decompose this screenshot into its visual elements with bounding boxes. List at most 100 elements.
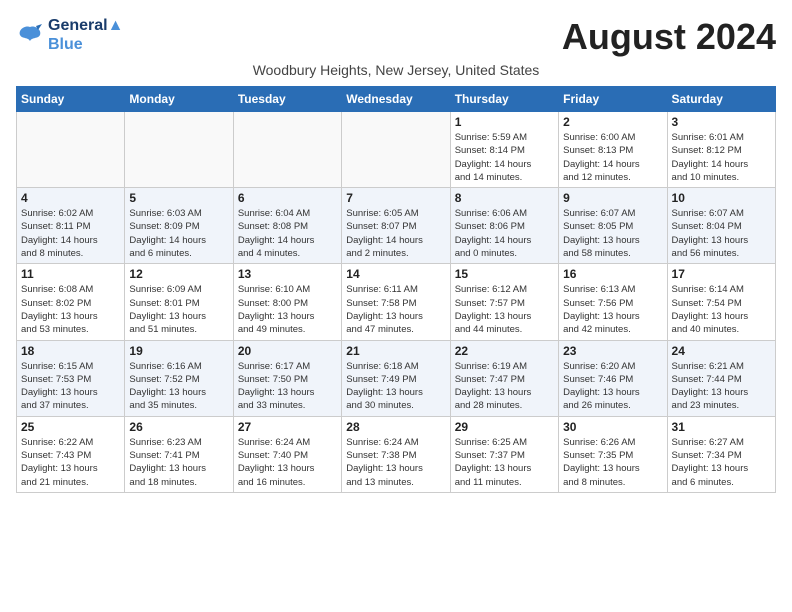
day-info: Sunrise: 6:26 AMSunset: 7:35 PMDaylight:…: [563, 436, 662, 489]
day-info: Sunrise: 6:02 AMSunset: 8:11 PMDaylight:…: [21, 207, 120, 260]
day-number: 2: [563, 115, 662, 129]
day-number: 19: [129, 344, 228, 358]
day-info: Sunrise: 6:20 AMSunset: 7:46 PMDaylight:…: [563, 360, 662, 413]
weekday-header: Wednesday: [342, 87, 450, 112]
calendar-day-cell: 17Sunrise: 6:14 AMSunset: 7:54 PMDayligh…: [667, 264, 775, 340]
day-number: 20: [238, 344, 337, 358]
calendar-header-row: SundayMondayTuesdayWednesdayThursdayFrid…: [17, 87, 776, 112]
calendar-day-cell: 10Sunrise: 6:07 AMSunset: 8:04 PMDayligh…: [667, 188, 775, 264]
day-info: Sunrise: 6:21 AMSunset: 7:44 PMDaylight:…: [672, 360, 771, 413]
calendar-day-cell: 12 Sunrise: 6:09 AMSunset: 8:01 PMDayligh…: [125, 264, 233, 340]
calendar-day-cell: 29 Sunrise: 6:25 AMSunset: 7:37 PMDayligh…: [450, 416, 558, 492]
weekday-header: Sunday: [17, 87, 125, 112]
calendar-day-cell: 13 Sunrise: 6:10 AMSunset: 8:00 PMDayligh…: [233, 264, 341, 340]
weekday-header: Tuesday: [233, 87, 341, 112]
day-info: Sunrise: 6:03 AMSunset: 8:09 PMDaylight:…: [129, 207, 228, 260]
day-number: 14: [346, 267, 445, 281]
day-info: Sunrise: 6:05 AMSunset: 8:07 PMDaylight:…: [346, 207, 445, 260]
day-info: Sunrise: 6:12 AMSunset: 7:57 PMDaylight:…: [455, 283, 554, 336]
page-header: General▲ Blue August 2024: [16, 16, 776, 58]
calendar-day-cell: 2Sunrise: 6:00 AMSunset: 8:13 PMDaylight…: [559, 112, 667, 188]
calendar-day-cell: 26 Sunrise: 6:23 AMSunset: 7:41 PMDayligh…: [125, 416, 233, 492]
calendar-day-cell: 4 Sunrise: 6:02 AMSunset: 8:11 PMDaylight…: [17, 188, 125, 264]
day-info: Sunrise: 6:01 AMSunset: 8:12 PMDaylight:…: [672, 131, 771, 184]
day-number: 26: [129, 420, 228, 434]
calendar-day-cell: 25 Sunrise: 6:22 AMSunset: 7:43 PMDayligh…: [17, 416, 125, 492]
calendar-day-cell: 11 Sunrise: 6:08 AMSunset: 8:02 PMDayligh…: [17, 264, 125, 340]
calendar-day-cell: 30 Sunrise: 6:26 AMSunset: 7:35 PMDayligh…: [559, 416, 667, 492]
day-number: 11: [21, 267, 120, 281]
day-info: Sunrise: 6:04 AMSunset: 8:08 PMDaylight:…: [238, 207, 337, 260]
day-info: Sunrise: 6:24 AMSunset: 7:38 PMDaylight:…: [346, 436, 445, 489]
day-info: Sunrise: 6:15 AMSunset: 7:53 PMDaylight:…: [21, 360, 120, 413]
day-info: Sunrise: 6:23 AMSunset: 7:41 PMDaylight:…: [129, 436, 228, 489]
day-info: Sunrise: 6:27 AMSunset: 7:34 PMDaylight:…: [672, 436, 771, 489]
day-number: 4: [21, 191, 120, 205]
calendar-day-cell: 27 Sunrise: 6:24 AMSunset: 7:40 PMDayligh…: [233, 416, 341, 492]
calendar-day-cell: 20 Sunrise: 6:17 AMSunset: 7:50 PMDayligh…: [233, 340, 341, 416]
logo-bird-icon: [16, 23, 44, 47]
day-number: 27: [238, 420, 337, 434]
day-info: Sunrise: 6:24 AMSunset: 7:40 PMDaylight:…: [238, 436, 337, 489]
calendar-day-cell: 14Sunrise: 6:11 AMSunset: 7:58 PMDayligh…: [342, 264, 450, 340]
day-number: 9: [563, 191, 662, 205]
calendar-week-row: 25 Sunrise: 6:22 AMSunset: 7:43 PMDayligh…: [17, 416, 776, 492]
weekday-header: Friday: [559, 87, 667, 112]
calendar-day-cell: 15 Sunrise: 6:12 AMSunset: 7:57 PMDayligh…: [450, 264, 558, 340]
calendar-day-cell: [342, 112, 450, 188]
calendar-day-cell: 19 Sunrise: 6:16 AMSunset: 7:52 PMDayligh…: [125, 340, 233, 416]
day-info: Sunrise: 6:08 AMSunset: 8:02 PMDaylight:…: [21, 283, 120, 336]
day-info: Sunrise: 6:22 AMSunset: 7:43 PMDaylight:…: [21, 436, 120, 489]
calendar-day-cell: 3Sunrise: 6:01 AMSunset: 8:12 PMDaylight…: [667, 112, 775, 188]
calendar-day-cell: 8 Sunrise: 6:06 AMSunset: 8:06 PMDaylight…: [450, 188, 558, 264]
calendar-week-row: 1Sunrise: 5:59 AMSunset: 8:14 PMDaylight…: [17, 112, 776, 188]
calendar-week-row: 11 Sunrise: 6:08 AMSunset: 8:02 PMDayligh…: [17, 264, 776, 340]
day-number: 31: [672, 420, 771, 434]
calendar-day-cell: 7 Sunrise: 6:05 AMSunset: 8:07 PMDaylight…: [342, 188, 450, 264]
calendar-day-cell: [125, 112, 233, 188]
day-info: Sunrise: 6:17 AMSunset: 7:50 PMDaylight:…: [238, 360, 337, 413]
logo-text: General▲ Blue: [48, 16, 123, 54]
day-number: 6: [238, 191, 337, 205]
day-number: 29: [455, 420, 554, 434]
calendar-day-cell: 6 Sunrise: 6:04 AMSunset: 8:08 PMDaylight…: [233, 188, 341, 264]
subtitle: Woodbury Heights, New Jersey, United Sta…: [16, 62, 776, 78]
day-number: 30: [563, 420, 662, 434]
day-number: 12: [129, 267, 228, 281]
calendar-day-cell: 1Sunrise: 5:59 AMSunset: 8:14 PMDaylight…: [450, 112, 558, 188]
weekday-header: Saturday: [667, 87, 775, 112]
day-number: 28: [346, 420, 445, 434]
day-number: 13: [238, 267, 337, 281]
day-info: Sunrise: 6:16 AMSunset: 7:52 PMDaylight:…: [129, 360, 228, 413]
day-info: Sunrise: 6:25 AMSunset: 7:37 PMDaylight:…: [455, 436, 554, 489]
day-number: 15: [455, 267, 554, 281]
day-number: 7: [346, 191, 445, 205]
day-number: 25: [21, 420, 120, 434]
calendar-day-cell: [17, 112, 125, 188]
day-info: Sunrise: 6:06 AMSunset: 8:06 PMDaylight:…: [455, 207, 554, 260]
calendar-day-cell: 23 Sunrise: 6:20 AMSunset: 7:46 PMDayligh…: [559, 340, 667, 416]
day-info: Sunrise: 6:07 AMSunset: 8:04 PMDaylight:…: [672, 207, 771, 260]
day-info: Sunrise: 6:09 AMSunset: 8:01 PMDaylight:…: [129, 283, 228, 336]
day-number: 18: [21, 344, 120, 358]
day-number: 23: [563, 344, 662, 358]
day-info: Sunrise: 6:07 AMSunset: 8:05 PMDaylight:…: [563, 207, 662, 260]
calendar-day-cell: 16Sunrise: 6:13 AMSunset: 7:56 PMDayligh…: [559, 264, 667, 340]
calendar-day-cell: 31 Sunrise: 6:27 AMSunset: 7:34 PMDayligh…: [667, 416, 775, 492]
calendar-table: SundayMondayTuesdayWednesdayThursdayFrid…: [16, 86, 776, 493]
calendar-week-row: 18 Sunrise: 6:15 AMSunset: 7:53 PMDayligh…: [17, 340, 776, 416]
calendar-day-cell: 22Sunrise: 6:19 AMSunset: 7:47 PMDayligh…: [450, 340, 558, 416]
calendar-day-cell: 18 Sunrise: 6:15 AMSunset: 7:53 PMDayligh…: [17, 340, 125, 416]
calendar-day-cell: 24Sunrise: 6:21 AMSunset: 7:44 PMDayligh…: [667, 340, 775, 416]
calendar-day-cell: [233, 112, 341, 188]
day-info: Sunrise: 5:59 AMSunset: 8:14 PMDaylight:…: [455, 131, 554, 184]
day-number: 8: [455, 191, 554, 205]
day-info: Sunrise: 6:18 AMSunset: 7:49 PMDaylight:…: [346, 360, 445, 413]
day-number: 17: [672, 267, 771, 281]
day-number: 21: [346, 344, 445, 358]
day-info: Sunrise: 6:10 AMSunset: 8:00 PMDaylight:…: [238, 283, 337, 336]
calendar-week-row: 4 Sunrise: 6:02 AMSunset: 8:11 PMDaylight…: [17, 188, 776, 264]
day-info: Sunrise: 6:19 AMSunset: 7:47 PMDaylight:…: [455, 360, 554, 413]
day-info: Sunrise: 6:13 AMSunset: 7:56 PMDaylight:…: [563, 283, 662, 336]
calendar-day-cell: 21 Sunrise: 6:18 AMSunset: 7:49 PMDayligh…: [342, 340, 450, 416]
